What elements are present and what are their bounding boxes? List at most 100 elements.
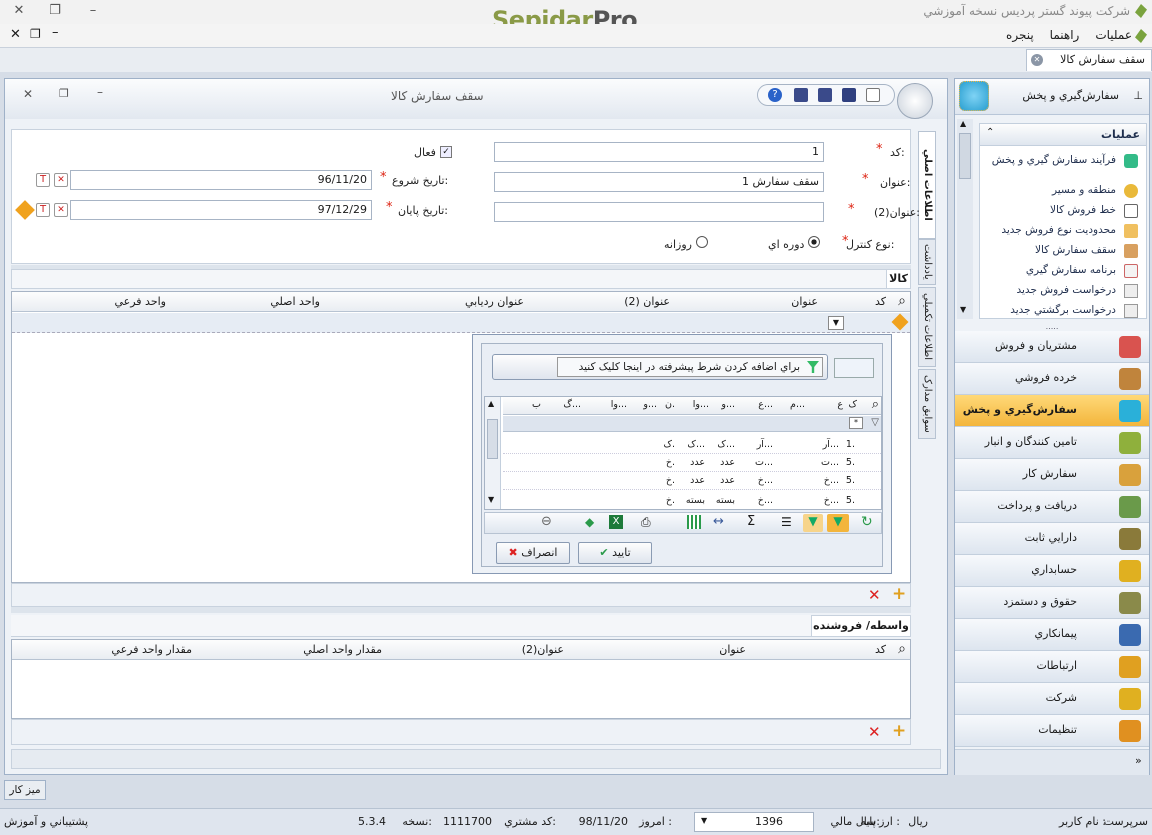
auto-filter-icon[interactable]: ▼ <box>803 514 823 532</box>
minimize-doc-icon[interactable]: – <box>52 25 59 40</box>
expand-icon[interactable]: * <box>849 417 863 429</box>
desk-button[interactable]: ميز کار <box>4 780 46 800</box>
columns-icon[interactable] <box>687 515 701 529</box>
lookup-filter-row[interactable]: ▽ * <box>503 416 881 432</box>
table-row[interactable]: 5. ت... ت... عدد عدد خ. <box>503 455 881 472</box>
nav-module-company[interactable]: شرکت <box>955 683 1149 715</box>
expand-icon[interactable]: » <box>1135 754 1142 767</box>
search-icon[interactable]: ⌕ <box>898 293 906 309</box>
help-icon[interactable]: ? <box>768 88 782 102</box>
ops-item-order-process[interactable]: فرآيند سفارش گيري و پخش <box>980 154 1116 178</box>
ops-item-order-program[interactable]: برنامه سفارش گيري <box>980 264 1116 276</box>
tab-document-history[interactable]: سوابق مدارک <box>918 369 936 439</box>
save-icon[interactable] <box>842 88 856 102</box>
close-doc-icon[interactable]: ✕ <box>10 27 21 42</box>
col-va2[interactable]: وا... <box>611 399 627 410</box>
start-date-input[interactable]: 96/11/20 <box>70 170 372 190</box>
chevron-down-icon[interactable]: ▼ <box>701 816 707 825</box>
clear-icon[interactable]: ✕ <box>54 173 68 187</box>
col-m[interactable]: م... <box>790 399 805 410</box>
scroll-down-icon[interactable]: ▼ <box>488 495 494 504</box>
layout-icon[interactable]: ⊖ <box>541 514 552 529</box>
goods-edit-row[interactable]: ▼ <box>12 313 910 333</box>
nav-module-receive-pay[interactable]: دريافت و پرداخت <box>955 491 1149 523</box>
close-window-icon[interactable]: ✕ <box>23 87 33 101</box>
pin-icon[interactable]: ⊥ <box>1133 89 1143 102</box>
active-checkbox[interactable]: ✓ <box>440 146 452 158</box>
search-icon[interactable]: ⌕ <box>872 397 879 412</box>
save-close-icon[interactable] <box>794 88 808 102</box>
code-input[interactable]: 1 <box>494 142 824 162</box>
tag-icon[interactable]: ◆ <box>585 515 594 529</box>
col-v2[interactable]: و... <box>643 399 657 410</box>
restore-doc-icon[interactable]: ❐ <box>30 27 41 41</box>
table-row[interactable]: 5. خ... خ... بسته بسته خ. <box>503 491 881 507</box>
nav-module-fixed-assets[interactable]: دارايي ثابت <box>955 523 1149 555</box>
splitter-handle[interactable] <box>11 607 911 613</box>
advanced-filter-hint[interactable]: براي اضافه کردن شرط پيشرفته در اينجا کلي… <box>557 357 823 377</box>
calendar-icon[interactable]: T <box>36 203 50 217</box>
nav-module-contracting[interactable]: پيمانکاري <box>955 619 1149 651</box>
delete-row-icon[interactable]: ✕ <box>868 586 881 604</box>
col-a[interactable]: ع <box>837 399 843 410</box>
tab-extra-info[interactable]: اطلاعات تکميلي <box>918 287 936 367</box>
collapse-icon[interactable]: ⌃ <box>986 127 994 138</box>
col-g[interactable]: گ... <box>563 399 581 410</box>
delete-row-icon[interactable]: ✕ <box>868 723 881 741</box>
nav-module-accounting[interactable]: حسابداري <box>955 555 1149 587</box>
refresh-icon[interactable]: ↻ <box>861 514 873 530</box>
filter-value-box[interactable] <box>834 358 874 378</box>
nav-module-settings[interactable]: تنظيمات <box>955 715 1149 747</box>
minimize-window-icon[interactable]: – <box>97 85 103 99</box>
col-code[interactable]: کد <box>875 295 886 308</box>
lookup-scrollbar[interactable]: ▲ ▼ <box>485 397 501 509</box>
nav-module-order-distribution[interactable]: سفارش‌گيري و پخش <box>955 395 1149 427</box>
menu-operations[interactable]: عمليات <box>1095 28 1132 42</box>
end-date-input[interactable]: 97/12/29 <box>70 200 372 220</box>
nav-module-work-order[interactable]: سفارش کار <box>955 459 1149 491</box>
table-row[interactable]: 1. آر... آر... ک... ک... ک. <box>503 437 881 454</box>
ops-item-sales-request[interactable]: درخواست فروش جديد <box>980 284 1117 296</box>
scroll-up-icon[interactable]: ▲ <box>960 119 966 128</box>
ops-item-sale-type-limit[interactable]: محدوديت نوع فروش جديد <box>980 224 1116 236</box>
col-title2[interactable]: عنوان (2) <box>624 295 670 308</box>
close-app-button[interactable]: ✕ <box>10 3 28 19</box>
col-title2[interactable]: عنوان(2) <box>522 643 564 656</box>
col-b[interactable]: ب <box>532 399 541 410</box>
restore-window-icon[interactable]: ❐ <box>59 87 69 100</box>
col-title[interactable]: عنوان <box>719 643 746 656</box>
clear-icon[interactable]: ✕ <box>54 203 68 217</box>
filter-toggle-icon[interactable]: ▼ <box>827 514 849 532</box>
tab-vendor[interactable]: واسطه/ فروشنده <box>811 615 911 637</box>
scroll-up-icon[interactable]: ▲ <box>488 399 494 408</box>
title2-input[interactable] <box>494 202 824 222</box>
ops-scrollbar[interactable]: ▲ ▼ <box>957 119 973 319</box>
nav-module-suppliers-warehouse[interactable]: تامين کنندگان و انبار <box>955 427 1149 459</box>
cancel-button[interactable]: ✖ انصراف <box>496 542 570 564</box>
ops-item-region-route[interactable]: منطقه و مسير <box>980 184 1116 196</box>
add-row-icon[interactable]: + <box>892 584 906 604</box>
scroll-thumb[interactable] <box>959 133 971 179</box>
group-icon[interactable]: ☰ <box>781 515 792 529</box>
search-icon[interactable]: ⌕ <box>898 641 906 657</box>
col-code[interactable]: کد <box>875 643 886 656</box>
fiscal-year-select[interactable]: 1396 ▼ <box>694 812 814 832</box>
calendar-icon[interactable]: T <box>36 173 50 187</box>
scroll-down-icon[interactable]: ▼ <box>960 305 966 314</box>
tab-product-order-cap[interactable]: ✕ سقف سفارش کالا <box>1026 49 1152 71</box>
ops-item-sales-line[interactable]: خط فروش کالا <box>980 204 1116 216</box>
col-main-unit[interactable]: واحد اصلي <box>270 295 320 308</box>
ok-button[interactable]: ✔ تاييد <box>578 542 652 564</box>
col-n[interactable]: ن. <box>665 399 675 410</box>
add-row-icon[interactable]: + <box>892 721 906 741</box>
excel-icon[interactable]: X <box>609 515 623 529</box>
new-doc-icon[interactable] <box>866 88 880 102</box>
col-title[interactable]: عنوان <box>791 295 818 308</box>
col-k[interactable]: ک <box>848 399 857 410</box>
restore-app-button[interactable]: ❐ <box>46 3 64 19</box>
nav-module-payroll[interactable]: حقوق و دستمزد <box>955 587 1149 619</box>
minimize-app-button[interactable]: – <box>84 3 102 19</box>
title-input[interactable]: سقف سفارش 1 <box>494 172 824 192</box>
col-sub-qty[interactable]: مقدار واحد فرعي <box>111 643 192 656</box>
nav-module-communications[interactable]: ارتباطات <box>955 651 1149 683</box>
